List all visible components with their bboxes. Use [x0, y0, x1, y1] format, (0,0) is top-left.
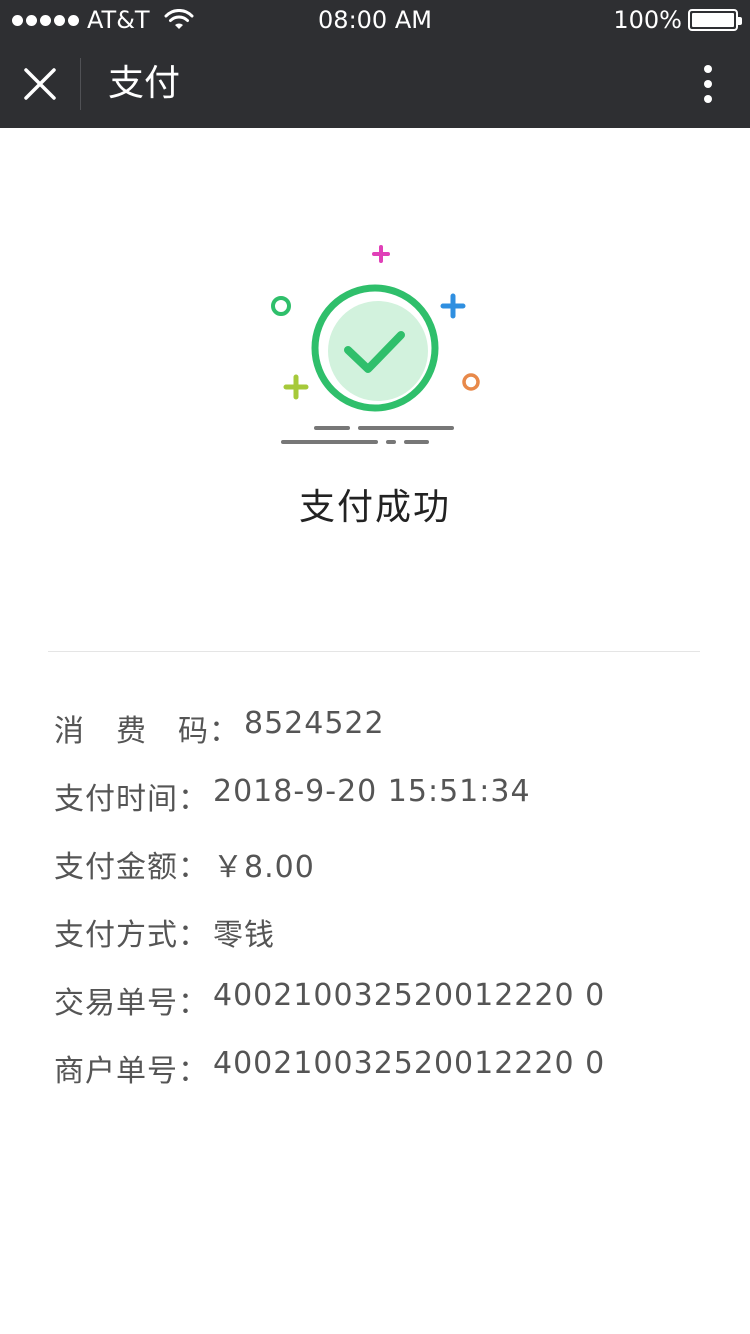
detail-value: 零钱 — [213, 918, 275, 953]
detail-value: 8524522 — [244, 706, 385, 741]
detail-value: 400210032520012220 0 — [213, 978, 606, 1013]
close-icon — [24, 68, 56, 100]
nav-bar: 支付 — [0, 40, 750, 128]
detail-row-payment-time: 支付时间： 2018-9-20 15:51:34 — [54, 774, 734, 842]
sparkle-plus-icon — [283, 374, 309, 400]
sparkle-plus-icon — [372, 245, 390, 263]
sparkle-plus-icon — [440, 293, 466, 319]
status-right: 100% — [613, 6, 742, 34]
battery-icon — [688, 9, 742, 31]
detail-label: 交易单号 — [54, 986, 178, 1021]
detail-row-merchant-number: 商户单号： 400210032520012220 0 — [54, 1046, 734, 1114]
sparkle-circle-icon — [271, 296, 291, 316]
more-options-button[interactable] — [680, 40, 736, 128]
detail-label: 支付方式 — [54, 918, 178, 953]
more-dot-icon — [704, 95, 712, 103]
detail-row-consumption-code: 消 费 码： 8524522 — [54, 706, 734, 774]
detail-row-payment-amount: 支付金额： ￥8.00 — [54, 842, 734, 910]
detail-value: 400210032520012220 0 — [213, 1046, 606, 1081]
detail-row-payment-method: 支付方式：零钱 — [54, 910, 734, 978]
check-fill — [328, 301, 428, 401]
close-button[interactable] — [0, 40, 80, 128]
detail-label: 消 费 码 — [54, 714, 209, 749]
detail-label: 支付金额 — [54, 850, 178, 885]
more-dot-icon — [704, 80, 712, 88]
detail-value: ￥8.00 — [213, 850, 315, 885]
page-title: 支付 — [108, 63, 181, 104]
detail-value: 2018-9-20 15:51:34 — [213, 774, 531, 809]
detail-separator: ： — [209, 714, 240, 749]
detail-label: 商户单号 — [54, 1054, 178, 1089]
detail-separator: ： — [178, 986, 209, 1021]
detail-separator: ： — [178, 782, 209, 817]
detail-separator: ： — [178, 1054, 209, 1089]
status-bar: AT&T 08:00 AM 100% — [0, 0, 750, 40]
success-check-icon — [271, 245, 480, 444]
detail-label: 支付时间 — [54, 782, 178, 817]
sparkle-circle-icon — [462, 373, 480, 391]
battery-percentage: 100% — [613, 6, 682, 34]
detail-separator: ： — [178, 850, 209, 885]
payment-success-text: 支付成功 — [298, 487, 451, 528]
more-dot-icon — [704, 65, 712, 73]
detail-row-transaction-number: 交易单号： 400210032520012220 0 — [54, 978, 734, 1046]
detail-separator: ： — [178, 918, 209, 953]
payment-details: 消 费 码： 8524522 支付时间： 2018-9-20 15:51:34 支付… — [54, 706, 734, 1114]
divider — [48, 651, 700, 652]
nav-divider — [80, 58, 81, 110]
